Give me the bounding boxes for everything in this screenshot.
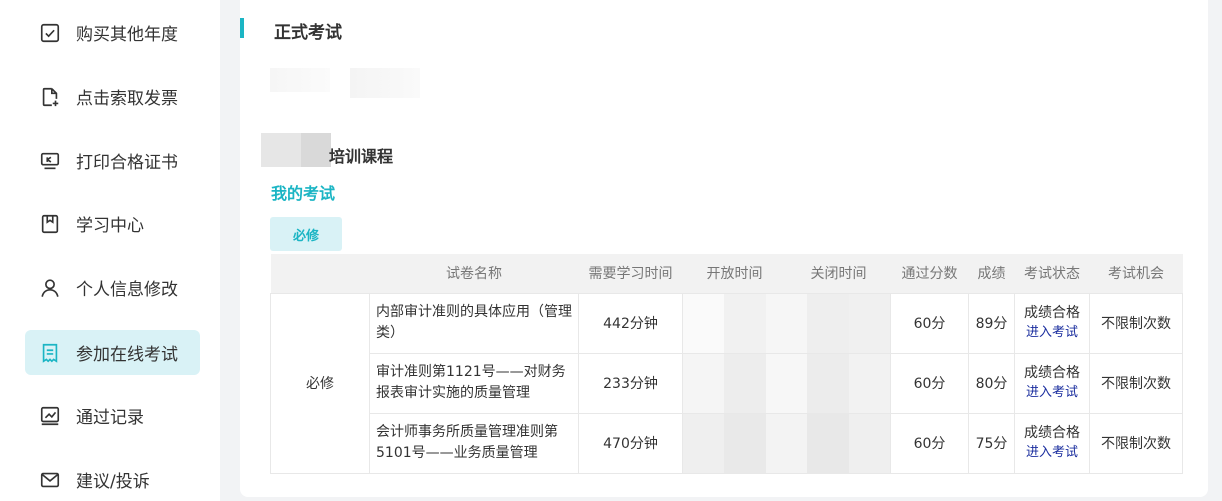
header-chances: 考试机会 [1089, 254, 1183, 293]
redacted-area [350, 68, 420, 98]
user-icon [38, 276, 62, 300]
sidebar-item-label: 点击索取发票 [76, 89, 178, 109]
sidebar-item-invoice[interactable]: 点击索取发票 [25, 74, 200, 119]
sidebar-item-label: 个人信息修改 [76, 280, 178, 300]
sidebar-item-profile[interactable]: 个人信息修改 [25, 265, 200, 310]
sidebar-item-feedback[interactable]: 建议/投诉 [25, 457, 200, 501]
sidebar-item-label: 打印合格证书 [76, 153, 178, 173]
redacted-area [261, 133, 331, 167]
status-text: 成绩合格 [1024, 425, 1080, 441]
redacted-times [682, 292, 891, 354]
table-row: 必修 内部审计准则的具体应用（管理类） 442分钟 60分 89分 成绩合格 进… [270, 292, 1183, 474]
header-score: 成绩 [968, 254, 1015, 293]
pass-score: 60分 [890, 352, 969, 414]
table-header-row: 试卷名称 需要学习时间 开放时间 关闭时间 通过分数 成绩 考试状态 考试机会 [270, 254, 1183, 293]
enter-exam-link[interactable]: 进入考试 [1015, 323, 1089, 343]
book-icon [38, 212, 62, 236]
score: 75分 [968, 412, 1015, 474]
category-cell: 必修 [270, 292, 370, 474]
paper-name: 内部审计准则的具体应用（管理类） [369, 292, 579, 354]
sidebar-item-label: 建议/投诉 [76, 472, 150, 492]
table-row: 审计准则第1121号——对财务报表审计实施的质量管理 233分钟 60分 80分… [271, 352, 1183, 414]
enter-exam-link[interactable]: 进入考试 [1015, 383, 1089, 403]
status-text: 成绩合格 [1024, 305, 1080, 321]
score: 80分 [968, 352, 1015, 414]
sidebar: 购买其他年度 点击索取发票 打印合格证书 学习中心 个人信息修改 参加在线考试 [0, 0, 220, 501]
sidebar-item-pass-records[interactable]: 通过记录 [25, 393, 200, 438]
sidebar-item-online-exam[interactable]: 参加在线考试 [25, 330, 200, 375]
sidebar-item-buy-other-year[interactable]: 购买其他年度 [25, 10, 200, 55]
course-title: 培训课程 [329, 147, 394, 166]
sidebar-item-label: 购买其他年度 [76, 25, 178, 45]
main-panel: 正式考试 培训课程 我的考试 必修 试卷名称 需要学习时间 开放时间 关闭时间 … [240, 0, 1208, 497]
paper-name: 会计师事务所质量管理准则第5101号——业务质量管理 [369, 412, 579, 474]
study-time: 470分钟 [578, 412, 683, 474]
chances: 不限制次数 [1089, 412, 1183, 474]
header-study-time: 需要学习时间 [578, 254, 683, 293]
exam-icon [38, 341, 62, 365]
exam-table: 试卷名称 需要学习时间 开放时间 关闭时间 通过分数 成绩 考试状态 考试机会 … [270, 254, 1183, 474]
sidebar-item-label: 参加在线考试 [76, 345, 178, 365]
section-accent-bar [240, 18, 244, 38]
table-row: 会计师事务所质量管理准则第5101号——业务质量管理 470分钟 60分 75分… [271, 412, 1183, 474]
section-title: 正式考试 [274, 23, 342, 43]
header-category [270, 254, 370, 293]
header-open-time: 开放时间 [682, 254, 787, 293]
sidebar-item-print-certificate[interactable]: 打印合格证书 [25, 138, 200, 183]
sidebar-item-study-center[interactable]: 学习中心 [25, 201, 200, 246]
redacted-area [270, 68, 330, 92]
pass-score: 60分 [890, 292, 969, 354]
status-cell: 成绩合格 进入考试 [1014, 292, 1090, 354]
my-exam-heading: 我的考试 [271, 184, 336, 203]
redacted-times [682, 352, 891, 414]
tab-required[interactable]: 必修 [270, 217, 342, 251]
sidebar-item-label: 学习中心 [76, 216, 144, 236]
file-add-icon [38, 85, 62, 109]
study-time: 233分钟 [578, 352, 683, 414]
monitor-icon [38, 149, 62, 173]
paper-name: 审计准则第1121号——对财务报表审计实施的质量管理 [369, 352, 579, 414]
chances: 不限制次数 [1089, 292, 1183, 354]
score: 89分 [968, 292, 1015, 354]
status-text: 成绩合格 [1024, 365, 1080, 381]
status-cell: 成绩合格 进入考试 [1014, 352, 1090, 414]
header-status: 考试状态 [1014, 254, 1090, 293]
sidebar-item-label: 通过记录 [76, 408, 144, 428]
header-paper-name: 试卷名称 [369, 254, 579, 293]
pass-score: 60分 [890, 412, 969, 474]
enter-exam-link[interactable]: 进入考试 [1015, 443, 1089, 463]
status-cell: 成绩合格 进入考试 [1014, 412, 1090, 474]
header-close-time: 关闭时间 [786, 254, 891, 293]
mail-icon [38, 468, 62, 492]
chart-icon [38, 404, 62, 428]
redacted-times [682, 412, 891, 474]
study-time: 442分钟 [578, 292, 683, 354]
chances: 不限制次数 [1089, 352, 1183, 414]
checkbox-icon [38, 21, 62, 45]
header-pass-score: 通过分数 [890, 254, 969, 293]
